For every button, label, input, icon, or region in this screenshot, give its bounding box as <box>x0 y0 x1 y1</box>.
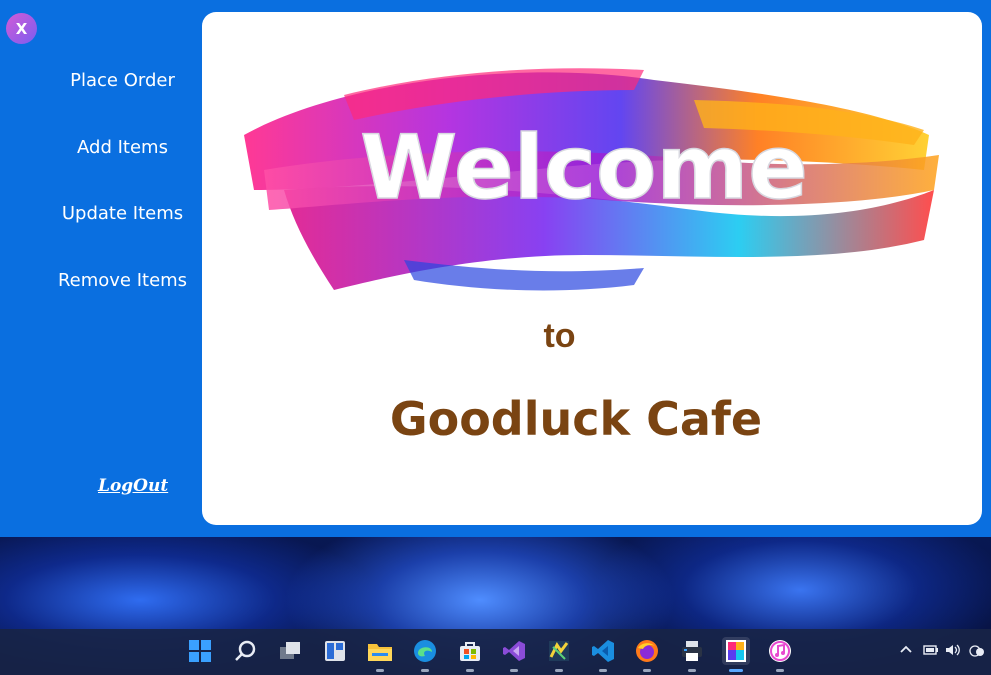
visual-studio-icon[interactable] <box>500 637 528 672</box>
firefox-icon[interactable] <box>633 637 661 672</box>
menu-remove-items[interactable]: Remove Items <box>20 270 225 291</box>
windows-start-icon[interactable] <box>186 637 214 665</box>
volume-icon[interactable] <box>944 643 962 661</box>
to-text: to <box>543 317 576 355</box>
menu-add-items[interactable]: Add Items <box>20 137 225 158</box>
welcome-panel: Welcome to Goodluck Cafe <box>202 12 982 525</box>
music-icon[interactable] <box>766 637 794 672</box>
vscode-icon[interactable] <box>589 637 617 672</box>
network-icon[interactable] <box>968 643 986 661</box>
sketch-tool-icon[interactable] <box>545 637 573 672</box>
store-icon[interactable] <box>456 637 484 672</box>
menu-update-items[interactable]: Update Items <box>20 203 225 224</box>
menu-place-order[interactable]: Place Order <box>20 70 225 91</box>
printer-app-icon[interactable] <box>678 637 706 672</box>
widgets-icon[interactable] <box>321 637 349 665</box>
search-icon[interactable] <box>231 637 259 665</box>
close-button[interactable]: X <box>6 13 37 44</box>
welcome-banner-image: Welcome <box>244 68 939 291</box>
app-window: X Place Order Add Items Update Items Rem… <box>0 0 991 537</box>
edge-icon[interactable] <box>411 637 439 672</box>
battery-icon[interactable] <box>921 643 939 661</box>
logout-link[interactable]: LogOut <box>98 476 168 496</box>
file-explorer-icon[interactable] <box>366 637 394 672</box>
task-view-icon[interactable] <box>276 637 304 665</box>
cafe-app-icon[interactable] <box>722 637 750 672</box>
cafe-name: Goodluck Cafe <box>389 392 763 446</box>
chevron-up-icon[interactable] <box>899 643 913 661</box>
welcome-text: Welcome <box>360 116 808 219</box>
taskbar <box>0 629 991 675</box>
